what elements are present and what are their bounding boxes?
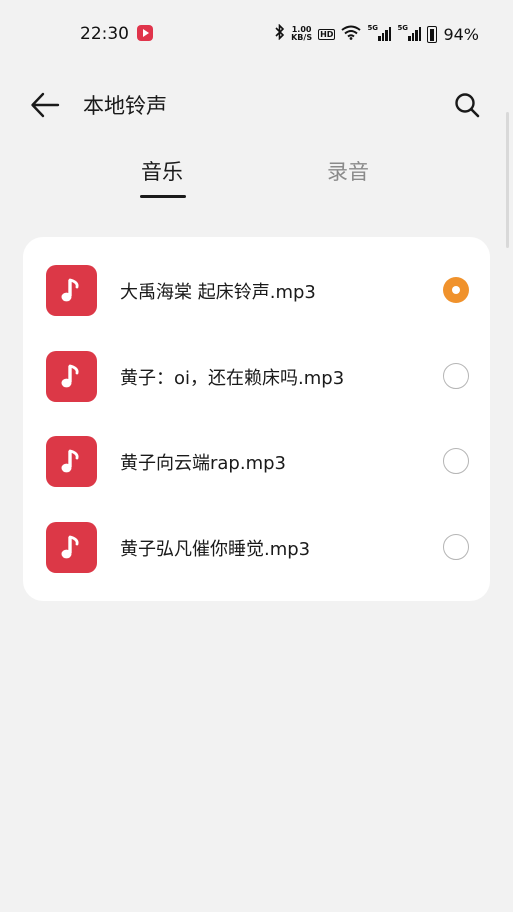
ringtone-radio[interactable] (443, 534, 469, 560)
video-app-notification-icon (137, 25, 153, 41)
active-tab-indicator (140, 195, 186, 198)
status-bar: 22:30 1.00 KB/S HD 5G 5G 94% (0, 0, 513, 68)
ringtone-radio-selected[interactable] (443, 277, 469, 303)
battery-icon (427, 25, 438, 43)
status-icons: 1.00 KB/S HD 5G 5G 94% (275, 23, 479, 44)
music-note-icon (46, 522, 97, 573)
search-icon[interactable] (453, 91, 481, 119)
ringtone-name: 大禹海棠 起床铃声.mp3 (120, 282, 316, 303)
ringtone-item[interactable]: 大禹海棠 起床铃声.mp3 (23, 248, 490, 334)
ringtone-item[interactable]: 黄子：oi，还在赖床吗.mp3 (23, 334, 490, 420)
network-speed: 1.00 KB/S (291, 26, 312, 42)
screen: 22:30 1.00 KB/S HD 5G 5G 94% 本地铃声 音乐 录音 … (0, 0, 513, 912)
ringtone-name: 黄子弘凡催你睡觉.mp3 (120, 539, 311, 560)
signal-strength-icon-sim1: 5G (367, 24, 392, 41)
sim2-network-type: 5G (397, 24, 409, 32)
tab-recordings[interactable]: 录音 (327, 156, 369, 186)
network-speed-unit: KB/S (291, 33, 313, 42)
ringtone-list: 大禹海棠 起床铃声.mp3 黄子：oi，还在赖床吗.mp3 黄子向云端rap.m… (23, 237, 490, 601)
page-title: 本地铃声 (83, 94, 167, 118)
app-header: 本地铃声 (0, 80, 513, 130)
status-time: 22:30 (80, 24, 129, 44)
bluetooth-icon (275, 23, 285, 44)
battery-percent: 94% (443, 24, 479, 44)
ringtone-radio[interactable] (443, 448, 469, 474)
ringtone-item[interactable]: 黄子弘凡催你睡觉.mp3 (23, 505, 490, 591)
music-note-icon (46, 436, 97, 487)
wifi-icon (341, 25, 362, 44)
ringtone-name: 黄子：oi，还在赖床吗.mp3 (120, 368, 345, 389)
music-note-icon (46, 265, 97, 316)
back-arrow-icon[interactable] (30, 92, 60, 118)
ringtone-radio[interactable] (443, 363, 469, 389)
scrollbar[interactable] (506, 112, 509, 248)
signal-strength-icon-sim2: 5G (397, 24, 422, 41)
tab-bar: 音乐 录音 (0, 150, 513, 202)
ringtone-name: 黄子向云端rap.mp3 (120, 453, 286, 474)
hd-voice-icon: HD (318, 28, 336, 40)
sim1-network-type: 5G (367, 24, 379, 32)
ringtone-item[interactable]: 黄子向云端rap.mp3 (23, 419, 490, 505)
music-note-icon (46, 351, 97, 402)
tab-music[interactable]: 音乐 (141, 156, 183, 186)
